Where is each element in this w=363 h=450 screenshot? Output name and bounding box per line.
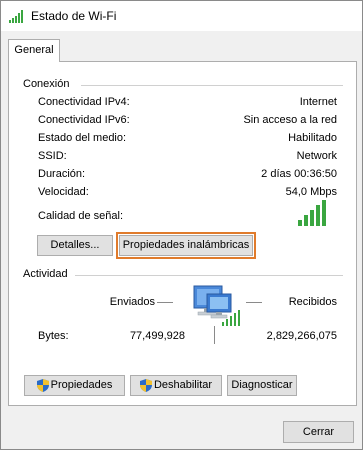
ssid-label: SSID: bbox=[38, 150, 67, 162]
diagnose-button[interactable]: Diagnosticar bbox=[227, 375, 297, 396]
network-computer-icon bbox=[193, 285, 240, 326]
activity-divider bbox=[75, 275, 343, 276]
properties-button[interactable]: Propiedades bbox=[24, 375, 125, 396]
activity-group-title: Actividad bbox=[23, 268, 68, 280]
ipv4-value: Internet bbox=[299, 96, 337, 108]
bytes-sent-value: 77,499,928 bbox=[129, 330, 185, 342]
wifi-status-window: Estado de Wi-Fi General Conexión Conecti… bbox=[0, 0, 363, 450]
wifi-signal-icon bbox=[9, 10, 23, 23]
tab-general[interactable]: General bbox=[8, 39, 60, 62]
media-state-label: Estado del medio: bbox=[38, 132, 127, 144]
connection-group-title: Conexión bbox=[23, 78, 70, 90]
wireless-properties-button[interactable]: Propiedades inalámbricas bbox=[116, 232, 256, 259]
media-state-value: Habilitado bbox=[288, 132, 337, 144]
sent-connector-line bbox=[157, 302, 173, 303]
bytes-divider bbox=[214, 326, 215, 344]
window-title: Estado de Wi-Fi bbox=[31, 9, 117, 23]
admin-shield-icon bbox=[139, 378, 152, 392]
duration-label: Duración: bbox=[38, 168, 86, 180]
received-label: Recibidos bbox=[288, 296, 337, 308]
received-connector-line bbox=[246, 302, 262, 303]
speed-label: Velocidad: bbox=[38, 186, 89, 198]
speed-value: 54,0 Mbps bbox=[285, 186, 337, 198]
signal-quality-label: Calidad de señal: bbox=[38, 210, 124, 222]
bytes-received-value: 2,829,266,075 bbox=[266, 330, 337, 342]
close-button[interactable]: Cerrar bbox=[283, 421, 354, 443]
duration-value: 2 días 00:36:50 bbox=[261, 168, 337, 180]
ipv6-value: Sin acceso a la red bbox=[243, 114, 337, 126]
disable-button-label: Deshabilitar bbox=[153, 379, 213, 391]
admin-shield-icon bbox=[36, 378, 49, 392]
properties-button-label: Propiedades bbox=[50, 379, 113, 391]
ssid-value: Network bbox=[296, 150, 337, 162]
disable-button[interactable]: Deshabilitar bbox=[130, 375, 222, 396]
details-button[interactable]: Detalles... bbox=[37, 235, 113, 256]
signal-quality-bars-icon bbox=[298, 200, 326, 226]
sent-label: Enviados bbox=[109, 296, 155, 308]
bytes-label: Bytes: bbox=[38, 330, 69, 342]
title-bar: Estado de Wi-Fi bbox=[1, 1, 362, 31]
ipv4-label: Conectividad IPv4: bbox=[38, 96, 130, 108]
connection-divider bbox=[81, 85, 343, 86]
ipv6-label: Conectividad IPv6: bbox=[38, 114, 130, 126]
general-tab-panel: Conexión Conectividad IPv4: Internet Con… bbox=[8, 61, 357, 406]
